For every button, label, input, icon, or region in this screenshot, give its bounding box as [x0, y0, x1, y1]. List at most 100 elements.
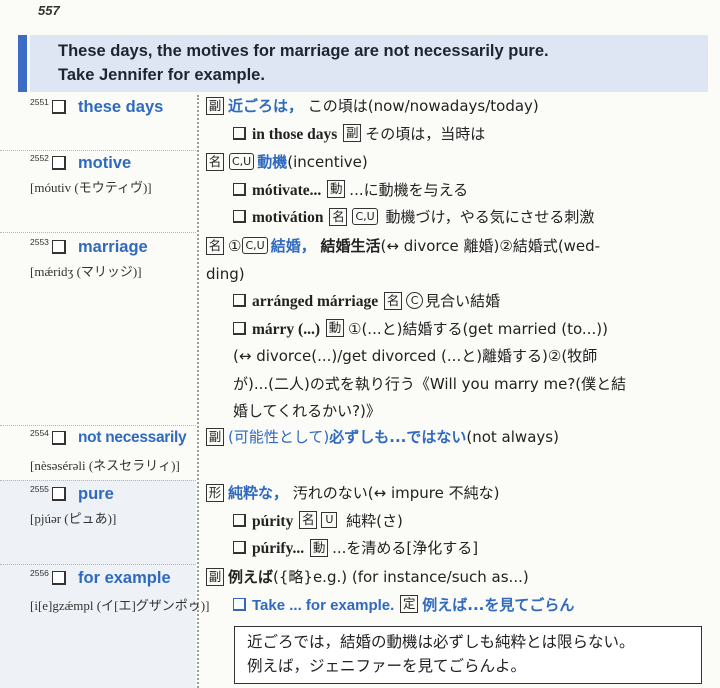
entry-number: 2554 — [30, 428, 49, 438]
entry-headword-cell: 2554 not necessarily [nèsəsérəli (ネスセラリィ… — [0, 424, 196, 484]
pronunciation: [i[e]gzǽmpl (イ[エ]グザンポゥ)] — [30, 598, 210, 613]
meaning-bold: 結婚生活 — [320, 237, 381, 255]
key-meaning: 近ごろは， — [228, 97, 304, 115]
headword: marriage — [78, 238, 148, 256]
part-of-speech-badge: 動 — [310, 538, 329, 557]
pronunciation: [mǽridʒ (マリッジ)] — [30, 264, 142, 279]
derived-line: motivátion 名 C,U 動機づけ，やる気にさせる刺激 — [206, 204, 700, 232]
derived-line: márry (...) 動 ①(...と)結婚する(get married (to.… — [206, 316, 700, 344]
headword: motive — [78, 154, 132, 172]
entry-number: 2551 — [30, 97, 49, 107]
countability-badge: C,U — [242, 237, 268, 254]
derived-line: in those days 副その頃は，当時は — [206, 121, 700, 149]
entry-definition: 名 C,U 動機(incentive) mótivate... 動 ...に動機を与える… — [206, 149, 700, 232]
continuation-line: (↔ divorce(...)/get divorced (...と)離婚する)… — [206, 343, 700, 371]
part-of-speech-badge: 名 — [384, 291, 403, 310]
sense-number: ① — [228, 237, 242, 255]
meaning-text: ({略}e.g.) (for instance/such as...) — [273, 568, 529, 586]
headword: for example — [78, 569, 171, 587]
part-of-speech-badge: 副 — [206, 567, 224, 586]
countability-badge: C — [406, 292, 424, 309]
entry-definition: 名 ① C,U 結婚， 結婚生活(↔ divorce 離婚)②結婚式(wed- din… — [206, 233, 700, 426]
key-meaning: 動機 — [257, 153, 288, 171]
entry-definition: 副 (可能性として)必ずしも...ではない(not always) — [206, 424, 700, 452]
header-accent-bar — [18, 35, 27, 92]
derived-word: márry (...) — [252, 320, 320, 338]
pronunciation: [pjúər (ピュあ)] — [30, 511, 117, 526]
continuation-line: が)...(二人)の式を執り行う《Will you marry me?(僕と結 — [206, 371, 700, 399]
derived-word: in those days — [252, 125, 338, 143]
meaning-text: 例えば...を見てごらん — [422, 595, 575, 614]
entry-definition: 副近ごろは， この頃は(now/nowadays/today) in those… — [206, 93, 700, 148]
meaning-text: 婚してくれるかい?)》 — [233, 402, 381, 420]
derived-word: motivátion — [252, 209, 324, 226]
meaning-text: ...に動機を与える — [349, 180, 469, 199]
meaning-text: ①(...と)結婚する(get married (to...)) — [348, 319, 608, 338]
headword: these days — [78, 98, 164, 116]
derived-line: arránged márriage 名 C 見合い結婚 — [206, 288, 700, 316]
derived-word: púrify... — [252, 540, 305, 557]
part-of-speech-badge: 形 — [206, 483, 224, 502]
checkbox-icon — [233, 182, 246, 196]
checkbox-icon — [52, 100, 66, 114]
checkbox-icon — [233, 126, 246, 140]
header-sentence: These days, the motives for marriage are… — [58, 39, 549, 87]
derived-line: mótivate... 動 ...に動機を与える — [206, 177, 700, 205]
checkbox-icon — [52, 156, 66, 170]
derived-line: Take ... for example. 定例えば...を見てごらん — [206, 592, 700, 620]
key-meaning: 必ずしも...ではない — [329, 428, 467, 446]
checkbox-icon — [233, 513, 246, 527]
entry-headword-cell: 2552 motive [móutiv (モウティヴ)] — [0, 149, 196, 209]
countability-badge: U — [321, 512, 338, 528]
meaning-text: 汚れのない(↔ impure 不純な) — [292, 484, 500, 502]
translation-line-1: 近ごろでは，結婚の動機は必ずしも純粋とは限らない。 — [247, 633, 635, 651]
part-of-speech-badge: 副 — [206, 96, 224, 115]
entry-headword-cell: 2551 these days — [0, 93, 196, 153]
derived-word: púrity — [252, 512, 294, 530]
meaning-text: 純粋(さ) — [346, 511, 403, 530]
header-line-1: These days, the motives for marriage are… — [58, 42, 549, 60]
translation-line-2: 例えば，ジェニファーを見てごらんよ。 — [247, 657, 527, 675]
part-of-speech-badge: 副 — [343, 124, 362, 142]
checkbox-icon — [52, 240, 66, 254]
entry-headword-cell: 2553 marriage [mǽridʒ (マリッジ)] — [0, 233, 196, 293]
page-number: 557 — [38, 3, 60, 18]
meaning-text: この頃は(now/nowadays/today) — [307, 97, 539, 115]
meaning-text: 見合い結婚 — [425, 292, 501, 310]
checkbox-icon — [52, 487, 66, 501]
meaning-text: ding) — [206, 264, 245, 283]
entry-number: 2552 — [30, 153, 49, 163]
set-phrase: Take ... for example. — [252, 596, 395, 614]
pronunciation: [móutiv (モウティヴ)] — [30, 180, 152, 195]
entry-definition: 副例えば({略}e.g.) (for instance/such as...) … — [206, 564, 700, 619]
countability-badge: C,U — [229, 153, 255, 170]
pronunciation: [nèsəsérəli (ネスセラリィ)] — [30, 458, 180, 473]
derived-word: mótivate... — [252, 181, 322, 199]
set-phrase-badge: 定 — [400, 595, 419, 613]
part-of-speech-badge: 名 — [206, 236, 224, 255]
checkbox-icon — [233, 541, 246, 554]
meaning-text: (↔ divorce(...)/get divorced (...と)離婚する)… — [233, 347, 598, 365]
checkbox-icon — [52, 571, 66, 585]
header-line-2: Take Jennifer for example. — [58, 66, 265, 84]
checkbox-icon — [52, 431, 66, 445]
part-of-speech-badge: 動 — [326, 319, 344, 337]
headword: pure — [78, 485, 114, 503]
part-of-speech-badge: 名 — [299, 511, 318, 529]
meaning-text: が)...(二人)の式を執り行う《Will you marry me?(僕と結 — [233, 374, 627, 393]
entry-number: 2555 — [30, 484, 49, 494]
definition-line: 名 C,U 動機(incentive) — [206, 149, 700, 177]
key-meaning: 例えば — [228, 568, 274, 586]
entry-headword-cell: 2555 pure [pjúər (ピュあ)] — [0, 480, 196, 540]
meaning-text: 動機づけ，やる気にさせる刺激 — [385, 208, 595, 226]
part-of-speech-badge: 名 — [206, 152, 224, 171]
derived-line: púrify... 動 ...を清める[浄化する] — [206, 535, 700, 563]
definition-line: 副近ごろは， この頃は(now/nowadays/today) — [206, 93, 700, 121]
meaning-text: (incentive) — [287, 153, 368, 171]
meaning-text: (↔ divorce 離婚)②結婚式(wed- — [380, 237, 601, 255]
checkbox-icon — [233, 294, 246, 307]
key-meaning: 結婚， — [270, 237, 316, 255]
checkbox-icon — [233, 210, 246, 223]
definition-line: 副 (可能性として)必ずしも...ではない(not always) — [206, 424, 700, 452]
meaning-text: (not always) — [466, 428, 559, 446]
